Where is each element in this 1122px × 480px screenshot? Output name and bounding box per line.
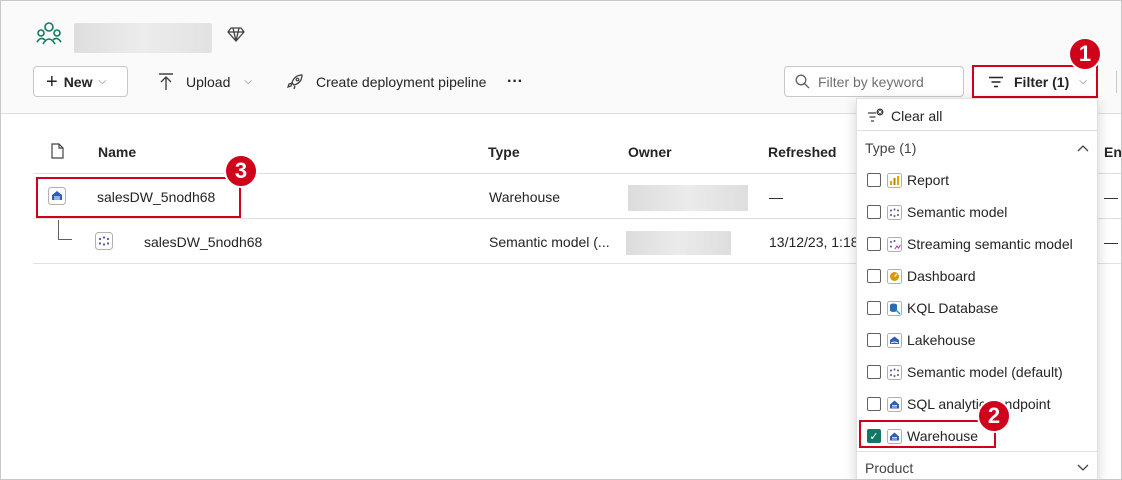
owner-redacted bbox=[626, 231, 731, 255]
filter-by-keyword-search[interactable] bbox=[784, 66, 964, 97]
option-label: KQL Database bbox=[907, 300, 999, 316]
product-section-header[interactable]: Product bbox=[865, 460, 1089, 476]
create-deployment-pipeline-button[interactable]: Create deployment pipeline bbox=[286, 66, 486, 97]
highlight-box-row bbox=[36, 177, 241, 218]
filter-option-streaming-semantic-model[interactable]: Streaming semantic model bbox=[867, 234, 1073, 254]
checkbox[interactable] bbox=[867, 237, 881, 251]
sql-endpoint-icon bbox=[887, 396, 902, 412]
semantic-model-icon bbox=[887, 364, 902, 380]
streaming-semantic-model-icon bbox=[887, 236, 902, 252]
create-deployment-pipeline-label: Create deployment pipeline bbox=[316, 73, 487, 90]
report-icon bbox=[887, 172, 902, 188]
row-endorsement: — bbox=[1104, 189, 1118, 205]
chevron-down-icon: ⌵ bbox=[1079, 76, 1087, 87]
clear-filter-icon bbox=[867, 108, 885, 124]
new-button[interactable]: + New ⌵ bbox=[33, 66, 128, 97]
header-type[interactable]: Type bbox=[488, 144, 520, 160]
clear-all-label: Clear all bbox=[891, 108, 943, 124]
lakehouse-icon bbox=[887, 332, 902, 348]
type-section-header[interactable]: Type (1) bbox=[865, 140, 1089, 156]
row-type: Semantic model (... bbox=[489, 234, 610, 250]
clear-all-button[interactable]: Clear all bbox=[867, 105, 942, 127]
row-type: Warehouse bbox=[489, 189, 561, 205]
upload-icon bbox=[158, 72, 174, 91]
workspace-window: + New ⌵ Upload ⌵ Create deployment pipel… bbox=[0, 0, 1122, 480]
checkbox[interactable] bbox=[867, 205, 881, 219]
plus-icon: + bbox=[46, 70, 58, 93]
owner-redacted bbox=[628, 185, 748, 211]
header-name[interactable]: Name bbox=[98, 144, 136, 160]
callout-badge-1: 1 bbox=[1068, 37, 1102, 71]
filter-option-dashboard[interactable]: Dashboard bbox=[867, 266, 976, 286]
tree-connector bbox=[58, 220, 72, 240]
filter-lines-icon bbox=[989, 76, 1003, 87]
search-input[interactable] bbox=[818, 73, 953, 90]
filter-option-lakehouse[interactable]: Lakehouse bbox=[867, 330, 976, 350]
row-endorsement: — bbox=[1104, 234, 1118, 250]
callout-badge-2: 2 bbox=[977, 399, 1011, 433]
row-name[interactable]: salesDW_5nodh68 bbox=[144, 234, 262, 250]
filter-option-report[interactable]: Report bbox=[867, 170, 949, 190]
dashboard-icon bbox=[887, 268, 902, 284]
workspace-name-redacted bbox=[74, 23, 212, 53]
option-label: Report bbox=[907, 172, 950, 188]
chevron-down-icon: ⌵ bbox=[244, 76, 252, 87]
toolbar-divider bbox=[1116, 71, 1117, 93]
filter-option-semantic-model[interactable]: Semantic model bbox=[867, 202, 1007, 222]
premium-diamond-icon bbox=[227, 27, 245, 42]
header-refreshed[interactable]: Refreshed bbox=[768, 144, 836, 160]
filter-option-sql-analytics-endpoint[interactable]: SQL analytics endpoint bbox=[867, 394, 1050, 414]
header-owner[interactable]: Owner bbox=[628, 144, 672, 160]
filter-option-semantic-model-default[interactable]: Semantic model (default) bbox=[867, 362, 1063, 382]
workspace-people-icon bbox=[36, 22, 62, 45]
panel-divider bbox=[857, 130, 1097, 131]
filter-button-label: Filter (1) bbox=[1014, 73, 1070, 90]
upload-button[interactable]: Upload ⌵ bbox=[158, 66, 252, 97]
checkbox[interactable] bbox=[867, 301, 881, 315]
rocket-icon bbox=[286, 73, 304, 91]
type-section-label: Type (1) bbox=[865, 140, 917, 156]
panel-divider bbox=[857, 451, 1097, 452]
upload-label: Upload bbox=[186, 73, 231, 90]
option-label: Streaming semantic model bbox=[907, 236, 1073, 252]
callout-badge-3: 3 bbox=[224, 154, 258, 188]
checkbox[interactable] bbox=[867, 269, 881, 283]
option-label: Lakehouse bbox=[907, 332, 976, 348]
semantic-model-icon bbox=[95, 232, 113, 250]
kql-database-icon bbox=[887, 300, 902, 316]
chevron-down-icon bbox=[1077, 464, 1089, 471]
semantic-model-icon bbox=[887, 204, 902, 220]
more-icon: ··· bbox=[507, 72, 523, 90]
header-endorsement[interactable]: En bbox=[1104, 144, 1121, 160]
filter-option-kql-database[interactable]: KQL Database bbox=[867, 298, 998, 318]
chevron-down-icon: ⌵ bbox=[98, 76, 107, 87]
checkbox[interactable] bbox=[867, 397, 881, 411]
checkbox[interactable] bbox=[867, 365, 881, 379]
search-icon bbox=[795, 74, 810, 89]
highlight-box-warehouse bbox=[859, 420, 996, 448]
option-label: Semantic model (default) bbox=[907, 364, 1063, 380]
checkbox[interactable] bbox=[867, 333, 881, 347]
new-button-label: New bbox=[63, 73, 93, 90]
row-refreshed: 13/12/23, 1:18 bbox=[769, 234, 859, 250]
chevron-up-icon bbox=[1077, 145, 1089, 152]
more-options-button[interactable]: ··· bbox=[507, 66, 523, 97]
row-refreshed: — bbox=[769, 189, 783, 205]
file-type-icon bbox=[51, 143, 64, 159]
option-label: Semantic model bbox=[907, 204, 1008, 220]
checkbox[interactable] bbox=[867, 173, 881, 187]
product-section-label: Product bbox=[865, 460, 914, 476]
option-label: Dashboard bbox=[907, 268, 976, 284]
